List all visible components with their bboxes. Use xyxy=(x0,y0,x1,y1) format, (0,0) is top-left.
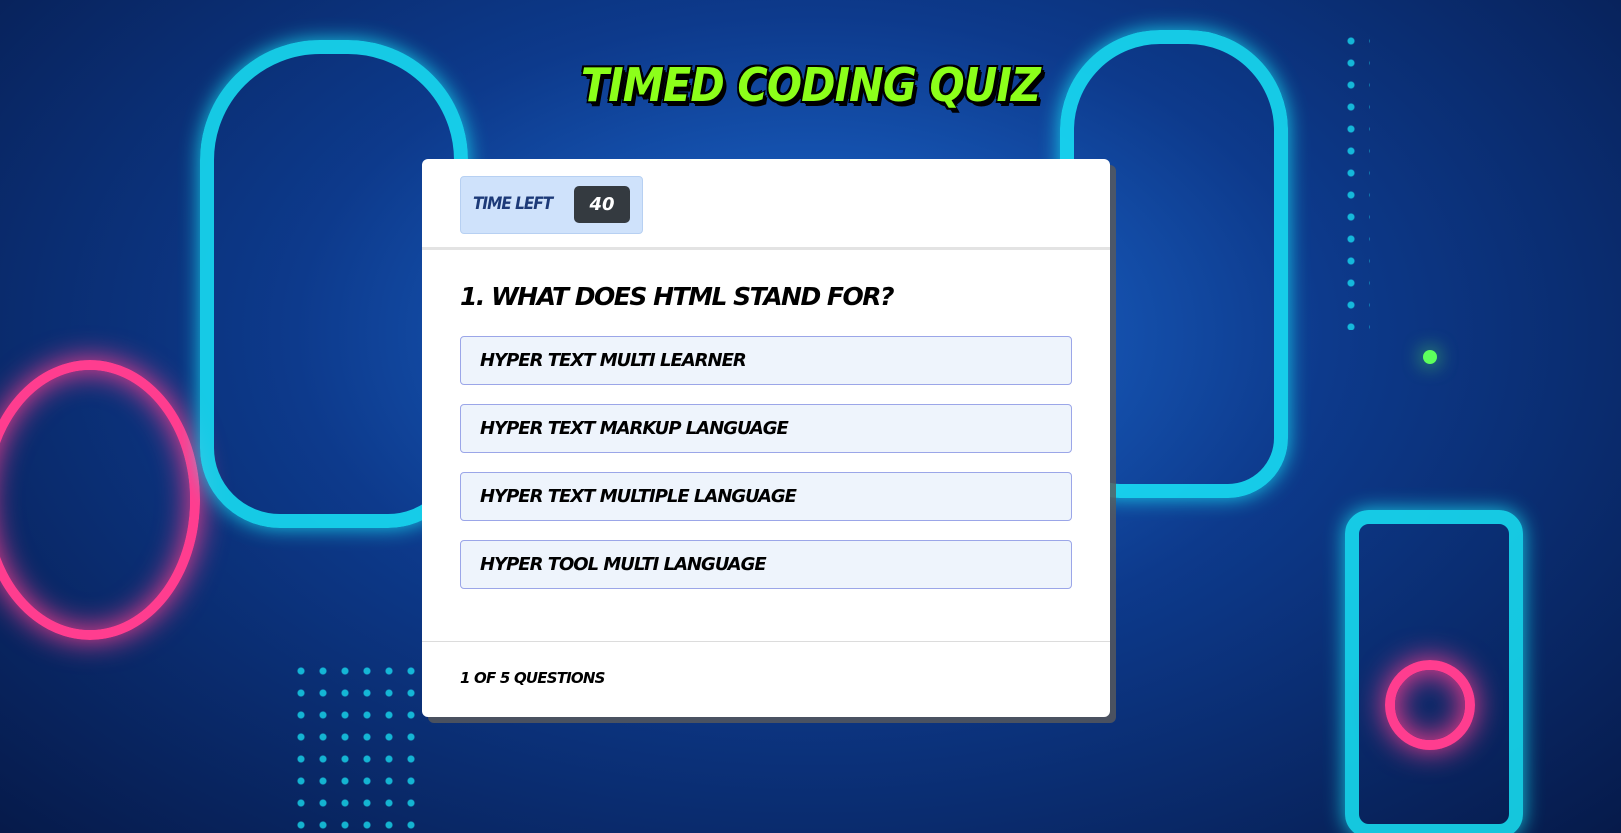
card-header: TIME LEFT 40 xyxy=(422,159,1110,250)
neon-dial-decoration xyxy=(1385,660,1475,750)
question-text: 1. WHAT DOES HTML STAND FOR? xyxy=(460,282,895,311)
quiz-title: TIMED CODING QUIZ xyxy=(580,58,1041,112)
quiz-page: TIMED CODING QUIZ TIME LEFT 40 1. WHAT D… xyxy=(0,0,1621,833)
neon-ring-decoration xyxy=(0,360,200,640)
neon-device-decoration xyxy=(1345,510,1523,833)
question-progress: 1 OF 5 QUESTIONS xyxy=(460,669,605,687)
timer-value: 40 xyxy=(574,186,630,223)
answer-option[interactable]: HYPER TOOL MULTI LANGUAGE xyxy=(460,540,1072,589)
card-footer: 1 OF 5 QUESTIONS xyxy=(422,641,1110,717)
timer-label: TIME LEFT xyxy=(473,194,553,214)
timer: TIME LEFT 40 xyxy=(460,176,643,234)
answer-option[interactable]: HYPER TEXT MULTI LEARNER xyxy=(460,336,1072,385)
answer-option[interactable]: HYPER TEXT MARKUP LANGUAGE xyxy=(460,404,1072,453)
answer-list: HYPER TEXT MULTI LEARNER HYPER TEXT MARK… xyxy=(460,336,1072,589)
green-light-decoration xyxy=(1423,350,1437,364)
quiz-card: TIME LEFT 40 1. WHAT DOES HTML STAND FOR… xyxy=(422,159,1110,717)
answer-option[interactable]: HYPER TEXT MULTIPLE LANGUAGE xyxy=(460,472,1072,521)
card-body: 1. WHAT DOES HTML STAND FOR? HYPER TEXT … xyxy=(422,282,1110,589)
dot-grid-decoration xyxy=(290,660,420,830)
